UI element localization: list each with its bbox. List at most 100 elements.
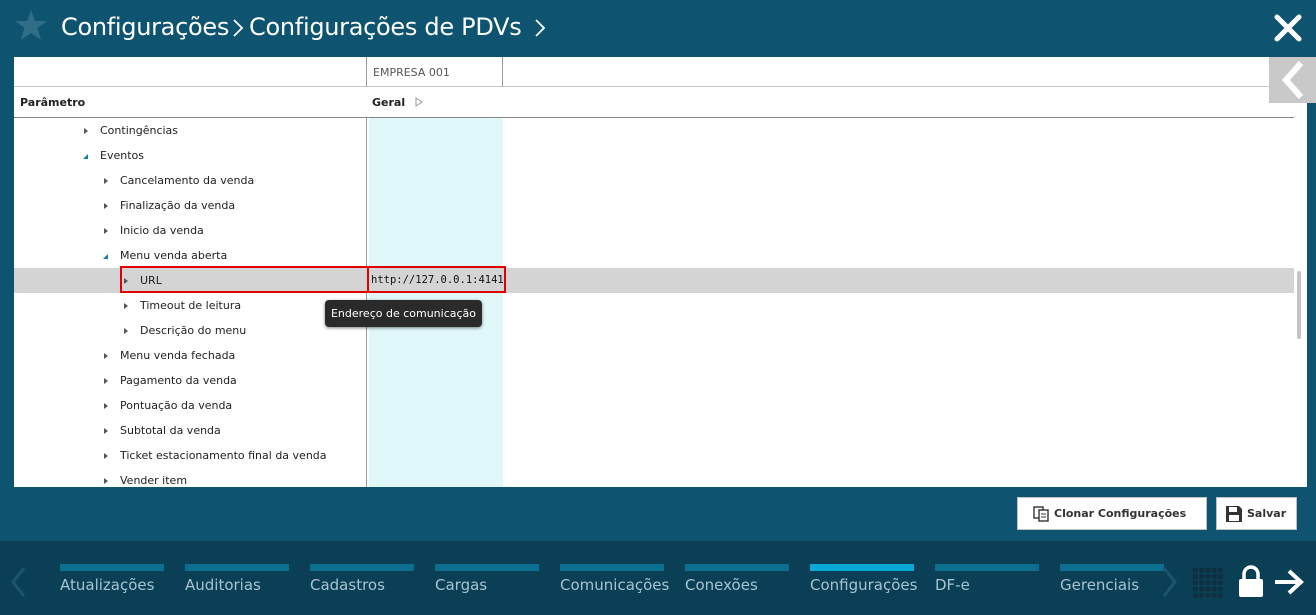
tree-row[interactable]: Cancelamento da venda <box>14 168 1294 193</box>
footer-tab-label: Configurações <box>810 576 918 594</box>
tree-row[interactable]: Finalização da venda <box>14 193 1294 218</box>
footer-tab[interactable]: Auditorias <box>185 564 295 604</box>
footer-tab-bar <box>185 564 289 571</box>
tree-row-label: Cancelamento da venda <box>120 174 255 187</box>
footer-tab[interactable]: Cadastros <box>310 564 420 604</box>
tree-row-label: Pagamento da venda <box>120 374 237 387</box>
tree-row[interactable]: Menu venda aberta <box>14 243 1294 268</box>
collapsed-arrow-icon[interactable] <box>103 227 109 235</box>
breadcrumb-item-configuracoes[interactable]: Configurações <box>61 13 229 41</box>
tree-row[interactable]: Timeout de leitura <box>14 293 1294 318</box>
breadcrumb-item-pdvs[interactable]: Configurações de PDVs <box>249 13 522 41</box>
tree-row[interactable]: Ticket estacionamento final da venda <box>14 443 1294 468</box>
company-header-row: EMPRESA 001 <box>14 57 1307 87</box>
tree-row-label: URL <box>140 274 162 287</box>
breadcrumb: Configurações Configurações de PDVs <box>61 9 551 45</box>
tree-row-label: Menu venda fechada <box>120 349 236 362</box>
header-bar: Configurações Configurações de PDVs <box>0 0 1316 57</box>
footer-tab-label: Conexões <box>685 576 758 594</box>
tree-row-label: Pontuação da venda <box>120 399 233 412</box>
tree-row-label: Vender item <box>120 474 188 487</box>
collapsed-arrow-icon[interactable] <box>123 302 129 310</box>
close-icon[interactable] <box>1273 13 1303 43</box>
tree-row[interactable]: Pagamento da venda <box>14 368 1294 393</box>
tree-row-label: Subtotal da venda <box>120 424 221 437</box>
tree-row[interactable]: Menu venda fechada <box>14 343 1294 368</box>
tree-row[interactable]: Inicio da venda <box>14 218 1294 243</box>
save-label: Salvar <box>1247 507 1287 520</box>
chevron-left-icon <box>1281 61 1304 99</box>
tree-row-label: Descrição do menu <box>140 324 247 337</box>
collapsed-arrow-icon[interactable] <box>83 127 89 135</box>
footer-tab-bar <box>560 564 664 571</box>
chevron-left-icon[interactable] <box>8 566 30 598</box>
collapsed-arrow-icon[interactable] <box>103 352 109 360</box>
footer-tab[interactable]: DF-e <box>935 564 1045 604</box>
footer-tab-label: Gerenciais <box>1060 576 1140 594</box>
expand-arrow-icon[interactable] <box>415 97 423 107</box>
param-column-header: Parâmetro <box>20 96 86 109</box>
expanded-arrow-icon[interactable] <box>103 252 109 260</box>
footer-tab[interactable]: Comunicações <box>560 564 670 604</box>
chevron-right-icon <box>229 9 249 45</box>
footer-tab-label: Atualizações <box>60 576 155 594</box>
chevron-right-icon[interactable] <box>1158 566 1180 598</box>
vertical-scrollbar[interactable] <box>1297 271 1301 339</box>
tree-row[interactable]: Subtotal da venda <box>14 418 1294 443</box>
tree-row[interactable]: Pontuação da venda <box>14 393 1294 418</box>
expanded-arrow-icon[interactable] <box>83 152 89 160</box>
chevron-right-icon <box>531 9 551 45</box>
floppy-icon <box>1226 505 1242 522</box>
collapsed-arrow-icon[interactable] <box>123 277 129 285</box>
collapsed-arrow-icon[interactable] <box>103 202 109 210</box>
save-button[interactable]: Salvar <box>1216 497 1297 530</box>
tree-row[interactable]: Descrição do menu <box>14 318 1294 343</box>
footer-tab-bar <box>685 564 789 571</box>
collapsed-arrow-icon[interactable] <box>123 327 129 335</box>
collapse-panel-button[interactable] <box>1269 57 1316 103</box>
footer-tab[interactable]: Configurações <box>810 564 920 604</box>
tree-row[interactable]: URL http://127.0.0.1:4141 <box>14 268 1294 293</box>
collapsed-arrow-icon[interactable] <box>103 427 109 435</box>
footer-tab-bar <box>310 564 414 571</box>
footer-tab-label: Cadastros <box>310 576 385 594</box>
footer-tab-bar <box>810 564 914 571</box>
tooltip: Endereço de comunicação <box>325 300 482 327</box>
clone-settings-label: Clonar Configurações <box>1054 507 1187 520</box>
tree-row-value[interactable]: http://127.0.0.1:4141 <box>371 268 504 293</box>
footer-tab-bar <box>1060 564 1164 571</box>
column-header-row <box>14 87 1294 118</box>
footer-tab-label: Auditorias <box>185 576 261 594</box>
tree-row-label: Ticket estacionamento final da venda <box>120 449 327 462</box>
geral-column-header[interactable]: Geral <box>372 96 405 109</box>
arrow-right-icon[interactable] <box>1273 568 1305 596</box>
tree-row-label: Timeout de leitura <box>140 299 242 312</box>
tree-row-label: Inicio da venda <box>120 224 204 237</box>
collapsed-arrow-icon[interactable] <box>103 402 109 410</box>
clone-settings-button[interactable]: Clonar Configurações <box>1017 497 1207 530</box>
footer-tab[interactable]: Atualizações <box>60 564 170 604</box>
company-column-header: EMPRESA 001 <box>366 57 503 87</box>
footer-tab[interactable]: Conexões <box>685 564 795 604</box>
footer-tab-bar <box>935 564 1039 571</box>
footer-tab-label: Cargas <box>435 576 488 594</box>
tree-row-label: Contingências <box>100 124 179 137</box>
star-icon <box>15 10 47 40</box>
grid-icon[interactable] <box>1192 567 1224 599</box>
footer-tab[interactable]: Gerenciais <box>1060 564 1170 604</box>
tree-row-label: Eventos <box>100 149 144 162</box>
collapsed-arrow-icon[interactable] <box>103 452 109 460</box>
footer-tab-bar <box>60 564 164 571</box>
collapsed-arrow-icon[interactable] <box>103 477 109 485</box>
tree-row-label: Finalização da venda <box>120 199 236 212</box>
collapsed-arrow-icon[interactable] <box>103 177 109 185</box>
footer-tab-label: DF-e <box>935 576 970 594</box>
tree-row[interactable]: Contingências <box>14 118 1294 143</box>
tree-row[interactable]: Vender item <box>14 468 1294 487</box>
lock-icon[interactable] <box>1238 565 1264 598</box>
footer-tab[interactable]: Cargas <box>435 564 545 604</box>
footer-tab-bar <box>435 564 539 571</box>
collapsed-arrow-icon[interactable] <box>103 377 109 385</box>
tree-row[interactable]: Eventos <box>14 143 1294 168</box>
parameters-panel: EMPRESA 001 Parâmetro Geral Contingência… <box>14 57 1307 487</box>
